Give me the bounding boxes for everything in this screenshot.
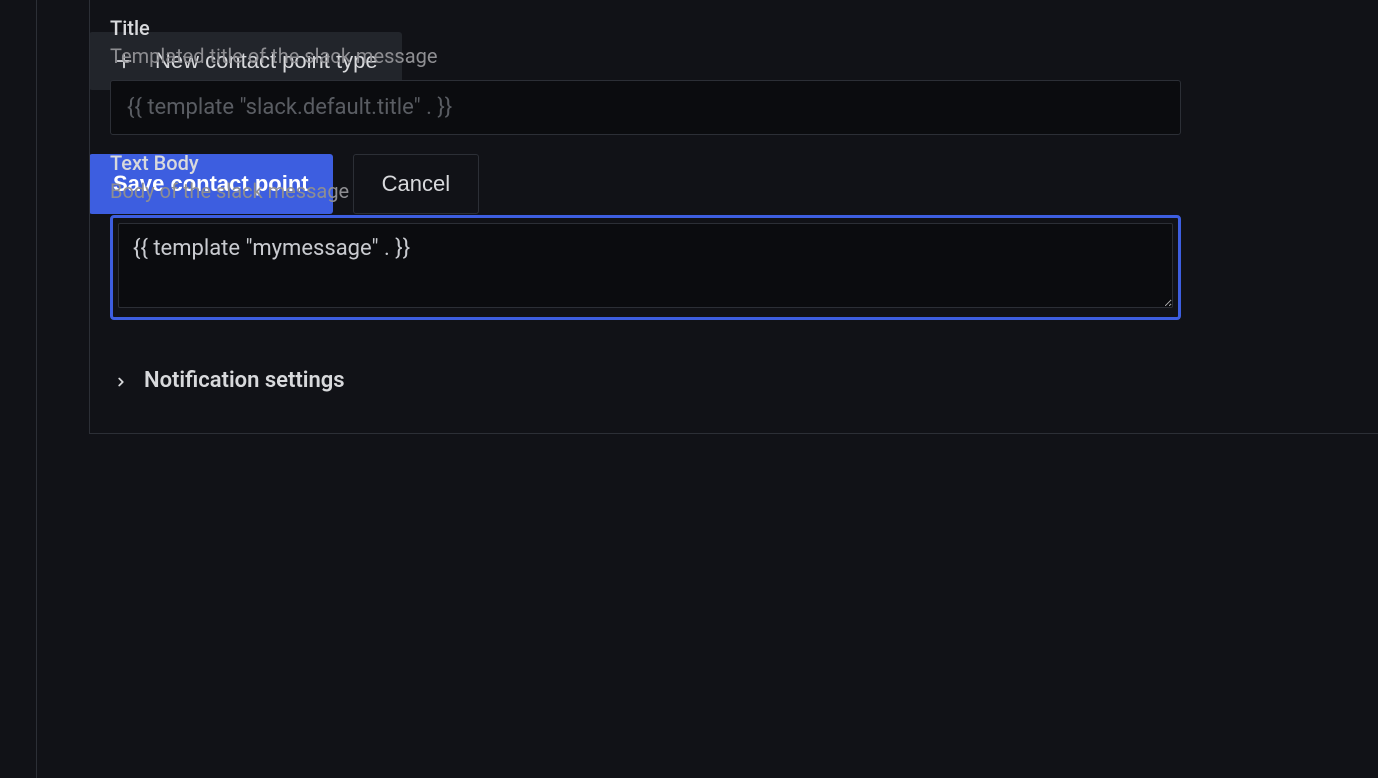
- text-body-focus-ring: [110, 215, 1181, 320]
- text-body-field-group: Text Body Body of the slack message: [90, 135, 1378, 320]
- title-description: Templated title of the slack message: [110, 44, 1358, 68]
- text-body-label: Text Body: [110, 151, 1358, 175]
- form-panel: Title Templated title of the slack messa…: [89, 0, 1378, 434]
- title-input[interactable]: [110, 80, 1181, 135]
- text-body-textarea[interactable]: [118, 223, 1173, 308]
- text-body-description: Body of the slack message: [110, 179, 1358, 203]
- notification-settings-toggle[interactable]: Notification settings: [90, 320, 1378, 393]
- title-field-group: Title Templated title of the slack messa…: [90, 0, 1378, 135]
- chevron-right-icon: [114, 374, 128, 388]
- notification-settings-label: Notification settings: [144, 368, 345, 393]
- title-label: Title: [110, 16, 1358, 40]
- outer-container: Title Templated title of the slack messa…: [36, 0, 1378, 778]
